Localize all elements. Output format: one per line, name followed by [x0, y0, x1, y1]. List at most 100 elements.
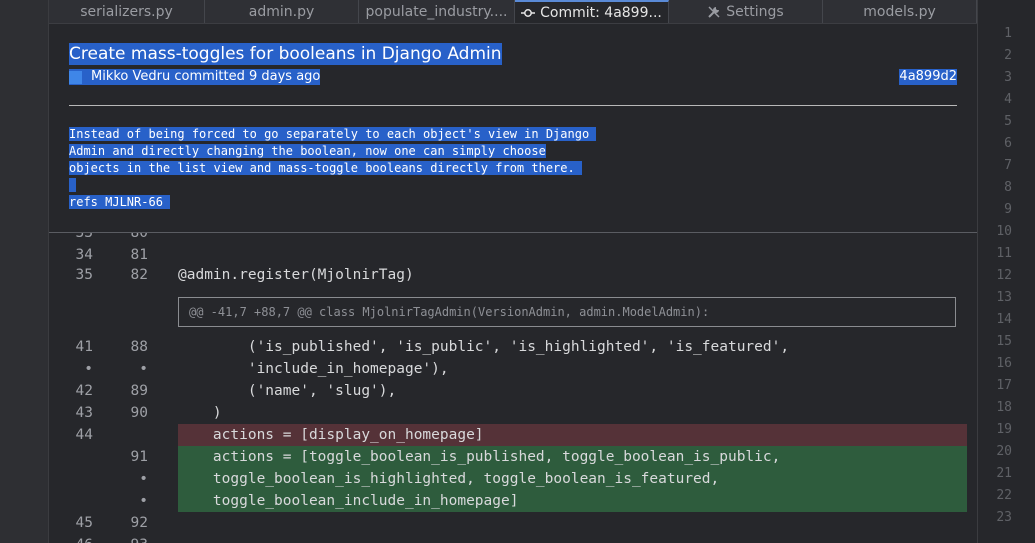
- diff-code: actions = [toggle_boolean_is_published, …: [178, 446, 967, 468]
- diff-code: [178, 512, 967, 534]
- diff-line-added: • toggle_boolean_include_in_homepage]: [49, 490, 977, 512]
- diff-line: 45 92: [49, 512, 977, 534]
- tab-admin[interactable]: admin.py: [205, 0, 359, 23]
- new-line-number: 93: [108, 534, 148, 543]
- commit-author-text: Mikko Vedru committed 9 days ago: [91, 69, 321, 84]
- diff-code: 'include_in_homepage'),: [178, 361, 449, 377]
- line-number: 7: [1004, 158, 1012, 173]
- new-line-number: 88: [130, 339, 148, 355]
- old-line-number: 46: [53, 534, 93, 543]
- tab-commit[interactable]: Commit: 4a899...: [515, 0, 669, 23]
- line-number: 17: [996, 378, 1012, 393]
- line-number: 13: [996, 290, 1012, 305]
- tab-label: Settings: [726, 3, 784, 20]
- commit-message-line: Admin and directly changing the boolean,…: [69, 144, 546, 158]
- wrench-icon: [708, 5, 720, 18]
- diff-code: ('is_published', 'is_public', 'is_highli…: [178, 339, 790, 355]
- tab-label: admin.py: [248, 3, 315, 20]
- line-number: 2: [1004, 48, 1012, 63]
- new-line-number: •: [139, 361, 148, 377]
- line-number: 23: [996, 510, 1012, 525]
- tab-settings[interactable]: Settings: [669, 0, 823, 23]
- line-number: 19: [996, 422, 1012, 437]
- line-number: 21: [996, 466, 1012, 481]
- commit-title: Create mass-toggles for booleans in Djan…: [69, 43, 502, 65]
- diff-line-removed: 44 actions = [display_on_homepage]: [49, 424, 977, 446]
- tab-models[interactable]: models.py: [823, 0, 977, 23]
- old-line-number: 43: [75, 405, 93, 421]
- diff-line: 43 90 ): [49, 402, 977, 424]
- diff-line: 33 80: [49, 233, 977, 244]
- diff-code: actions = [display_on_homepage]: [178, 424, 967, 446]
- editor-tab-bar: serializers.py admin.py populate_industr…: [49, 0, 977, 24]
- avatar: [69, 70, 82, 84]
- editor-line-gutter: 1 2 3 4 5 6 7 8 9 10 11 12 13 14 15 16 1…: [977, 0, 1035, 543]
- line-number: 11: [996, 246, 1012, 261]
- old-line-number: •: [84, 361, 93, 377]
- line-number: 22: [996, 488, 1012, 503]
- old-line-number: 33: [75, 233, 93, 241]
- diff-code: [178, 233, 967, 244]
- tab-serializers[interactable]: serializers.py: [49, 0, 205, 23]
- diff-code: [178, 534, 967, 543]
- diff-line: 35 82 @admin.register(MjolnirTag): [49, 264, 977, 286]
- line-number: 5: [1004, 114, 1012, 129]
- new-line-number: 81: [130, 247, 148, 263]
- divider: [69, 105, 957, 106]
- tab-label: serializers.py: [80, 3, 173, 20]
- diff-line-added: 91 actions = [toggle_boolean_is_publishe…: [49, 446, 977, 468]
- line-number: 8: [1004, 180, 1012, 195]
- line-number: 12: [996, 268, 1012, 283]
- diff-code: @admin.register(MjolnirTag): [178, 267, 414, 283]
- line-number: 9: [1004, 202, 1012, 217]
- old-line-number: 34: [75, 247, 93, 263]
- commit-message-line: objects in the list view and mass-toggle…: [69, 161, 582, 175]
- diff-code: ): [178, 405, 222, 421]
- line-number: 3: [1004, 70, 1012, 85]
- commit-hash[interactable]: 4a899d2: [899, 69, 957, 85]
- diff-code: [178, 244, 967, 266]
- line-number: 15: [996, 334, 1012, 349]
- tab-label: populate_industry....: [365, 3, 508, 20]
- diff-line: 46 93: [49, 534, 977, 543]
- old-line-number: 44: [75, 427, 93, 443]
- line-number: 10: [996, 224, 1012, 239]
- tab-label: models.py: [863, 3, 936, 20]
- side-panel-strip: [0, 0, 49, 543]
- old-line-number: 42: [75, 383, 93, 399]
- new-line-number: 80: [130, 233, 148, 241]
- diff-line: 34 81: [49, 244, 977, 266]
- diff-line-added: • toggle_boolean_is_highlighted, toggle_…: [49, 468, 977, 490]
- line-number: 18: [996, 400, 1012, 415]
- line-number: 14: [996, 312, 1012, 327]
- new-line-number: 91: [130, 449, 148, 465]
- tab-label: Commit: 4a899...: [540, 4, 662, 21]
- line-number: 1: [1004, 26, 1012, 41]
- new-line-number: 92: [130, 515, 148, 531]
- diff-code: toggle_boolean_is_highlighted, toggle_bo…: [178, 468, 967, 490]
- commit-icon: [521, 8, 536, 17]
- old-line-number: 35: [75, 267, 93, 283]
- commit-message-line: [69, 178, 77, 192]
- commit-details: Create mass-toggles for booleans in Djan…: [49, 24, 977, 233]
- old-line-number: 45: [75, 515, 93, 531]
- commit-author-line: Mikko Vedru committed 9 days ago: [69, 69, 321, 85]
- commit-message-line: refs MJLNR-66: [69, 195, 171, 209]
- commit-message: Instead of being forced to go separately…: [69, 126, 597, 211]
- diff-code: ('name', 'slug'),: [178, 383, 397, 399]
- diff-line: 42 89 ('name', 'slug'),: [49, 380, 977, 402]
- new-line-number: •: [139, 493, 148, 509]
- old-line-number: 41: [75, 339, 93, 355]
- line-number: 20: [996, 444, 1012, 459]
- line-number: 4: [1004, 92, 1012, 107]
- hunk-header[interactable]: @@ -41,7 +88,7 @@ class MjolnirTagAdmin(…: [178, 297, 956, 327]
- new-line-number: 82: [130, 267, 148, 283]
- diff-line: • • 'include_in_homepage'),: [49, 358, 977, 380]
- new-line-number: 90: [130, 405, 148, 421]
- line-number: 6: [1004, 136, 1012, 151]
- new-line-number: •: [139, 471, 148, 487]
- diff-view[interactable]: 33 80 34 81 35 82 @admin.register(MjolnirTag…: [49, 233, 977, 543]
- diff-code: toggle_boolean_include_in_homepage]: [178, 490, 967, 512]
- tab-populate-industry[interactable]: populate_industry....: [359, 0, 515, 23]
- new-line-number: 89: [130, 383, 148, 399]
